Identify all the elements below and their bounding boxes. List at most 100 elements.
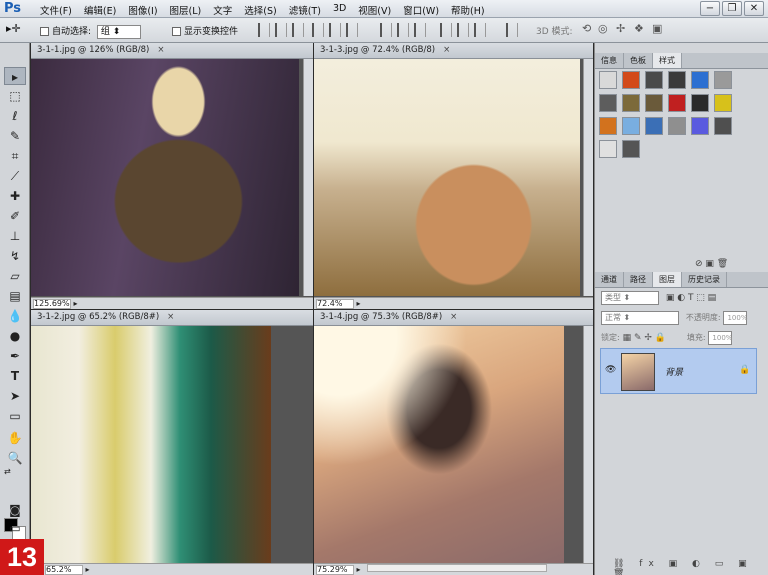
pen-tool-icon[interactable]: ✒	[4, 347, 26, 365]
style-swatch[interactable]	[714, 71, 732, 89]
distribute-left-icon[interactable]	[440, 23, 452, 37]
3d-rotate-icon[interactable]: ⟲	[582, 22, 591, 35]
show-transform-checkbox[interactable]	[172, 27, 181, 36]
distribute-top-icon[interactable]	[380, 23, 392, 37]
menu-help[interactable]: 帮助(H)	[445, 3, 491, 17]
menu-edit[interactable]: 编辑(E)	[78, 3, 122, 17]
canvas-photo-3[interactable]	[31, 326, 271, 563]
canvas-photo-4[interactable]	[314, 326, 564, 563]
status-arrow-icon[interactable]: ▸	[357, 299, 361, 308]
menu-view[interactable]: 视图(V)	[352, 3, 397, 17]
style-swatch[interactable]	[668, 71, 686, 89]
move-tool-icon[interactable]: ▸✛	[6, 22, 21, 35]
style-swatch[interactable]	[645, 117, 663, 135]
close-tab-icon[interactable]: ×	[443, 45, 450, 55]
canvas-photo-1[interactable]	[31, 59, 299, 296]
style-swatch[interactable]	[714, 117, 732, 135]
auto-align-icon[interactable]	[506, 23, 518, 37]
close-tab-icon[interactable]: ×	[167, 312, 174, 322]
lasso-tool-icon[interactable]: ℓ	[4, 107, 26, 125]
hand-tool-icon[interactable]: ✋	[4, 429, 26, 447]
zoom-field-4[interactable]: 75.29%	[316, 565, 354, 575]
eyedropper-tool-icon[interactable]: ⟋	[4, 167, 26, 185]
style-swatch[interactable]	[714, 94, 732, 112]
align-bottom-icon[interactable]	[292, 23, 304, 37]
align-vcenter-icon[interactable]	[275, 23, 287, 37]
zoom-field-3[interactable]: 65.2%	[45, 565, 83, 575]
styles-footer-icons[interactable]: ⊘ ▣ 🗑	[695, 259, 728, 269]
tab-channels[interactable]: 通道	[595, 272, 624, 287]
3d-roll-icon[interactable]: ◎	[598, 22, 608, 35]
style-swatch[interactable]	[645, 71, 663, 89]
3d-scale-icon[interactable]: ▣	[652, 22, 662, 35]
move-tool-icon[interactable]: ▸	[4, 67, 26, 85]
style-swatch[interactable]	[599, 94, 617, 112]
close-tab-icon[interactable]: ×	[450, 312, 457, 322]
tab-paths[interactable]: 路径	[624, 272, 653, 287]
brush-tool-icon[interactable]: ✐	[4, 207, 26, 225]
eraser-tool-icon[interactable]: ▱	[4, 267, 26, 285]
marquee-tool-icon[interactable]: ⬚	[4, 87, 26, 105]
crop-tool-icon[interactable]: ⌗	[4, 147, 26, 165]
document-tab-3[interactable]: 3-1-2.jpg @ 65.2% (RGB/8#) ×	[31, 310, 313, 326]
menu-3d[interactable]: 3D	[327, 3, 352, 17]
tab-styles[interactable]: 样式	[653, 53, 682, 68]
style-swatch[interactable]	[599, 140, 617, 158]
screen-mode-icon[interactable]: ▭	[4, 519, 26, 537]
style-swatch[interactable]	[691, 94, 709, 112]
menu-layer[interactable]: 图层(L)	[164, 3, 208, 17]
style-swatch[interactable]	[599, 117, 617, 135]
style-swatch[interactable]	[622, 94, 640, 112]
menu-filter[interactable]: 滤镜(T)	[283, 3, 327, 17]
auto-select-dropdown[interactable]: 组 ⬍	[96, 25, 141, 39]
quick-select-tool-icon[interactable]: ✎	[4, 127, 26, 145]
swap-colors-icon[interactable]: ⇄	[4, 467, 11, 476]
style-swatch[interactable]	[668, 117, 686, 135]
vertical-scrollbar[interactable]	[583, 326, 593, 563]
style-swatch[interactable]	[622, 71, 640, 89]
path-select-tool-icon[interactable]: ➤	[4, 387, 26, 405]
canvas-photo-2[interactable]	[314, 59, 580, 296]
layers-footer-icons[interactable]: ⛓ fx ▣ ◐ ▭ ▣ 🗑	[613, 559, 768, 575]
align-left-icon[interactable]	[312, 23, 324, 37]
align-right-icon[interactable]	[346, 23, 358, 37]
distribute-right-icon[interactable]	[474, 23, 486, 37]
menu-select[interactable]: 选择(S)	[238, 3, 282, 17]
blur-tool-icon[interactable]: 💧	[4, 307, 26, 325]
type-tool-icon[interactable]: T	[4, 367, 26, 385]
document-tab-1[interactable]: 3-1-1.jpg @ 126% (RGB/8) ×	[31, 43, 313, 59]
menu-file[interactable]: 文件(F)	[34, 3, 78, 17]
clone-stamp-tool-icon[interactable]: ⊥	[4, 227, 26, 245]
menu-window[interactable]: 窗口(W)	[397, 3, 445, 17]
lock-icons[interactable]: ▦ ✎ ✢ 🔒	[623, 333, 666, 343]
fill-field[interactable]: 100%	[708, 331, 732, 345]
3d-slide-icon[interactable]: ❖	[634, 22, 644, 35]
distribute-vcenter-icon[interactable]	[397, 23, 409, 37]
gradient-tool-icon[interactable]: ▤	[4, 287, 26, 305]
document-tab-4[interactable]: 3-1-4.jpg @ 75.3% (RGB/8#) ×	[314, 310, 593, 326]
document-tab-2[interactable]: 3-1-3.jpg @ 72.4% (RGB/8) ×	[314, 43, 593, 59]
maximize-button[interactable]: ❐	[722, 1, 742, 16]
style-swatch[interactable]	[622, 117, 640, 135]
visibility-eye-icon[interactable]: 👁	[605, 365, 616, 375]
zoom-tool-icon[interactable]: 🔍	[4, 449, 26, 467]
zoom-field-1[interactable]: 125.69%	[33, 299, 71, 309]
menu-image[interactable]: 图像(I)	[122, 3, 163, 17]
status-arrow-icon[interactable]: ▸	[357, 565, 361, 574]
distribute-bottom-icon[interactable]	[414, 23, 426, 37]
style-swatch[interactable]	[691, 117, 709, 135]
style-swatch[interactable]	[599, 71, 617, 89]
close-tab-icon[interactable]: ×	[157, 45, 164, 55]
tab-swatches[interactable]: 色板	[624, 53, 653, 68]
history-brush-tool-icon[interactable]: ↯	[4, 247, 26, 265]
style-swatch[interactable]	[622, 140, 640, 158]
vertical-scrollbar[interactable]	[303, 59, 313, 296]
style-swatch[interactable]	[668, 94, 686, 112]
layer-row-background[interactable]: 👁 背景 🔒	[600, 348, 757, 394]
auto-select-checkbox[interactable]	[40, 27, 49, 36]
align-hcenter-icon[interactable]	[329, 23, 341, 37]
style-swatch[interactable]	[691, 71, 709, 89]
distribute-hcenter-icon[interactable]	[457, 23, 469, 37]
horizontal-scrollbar[interactable]	[366, 564, 547, 572]
tab-info[interactable]: 信息	[595, 53, 624, 68]
